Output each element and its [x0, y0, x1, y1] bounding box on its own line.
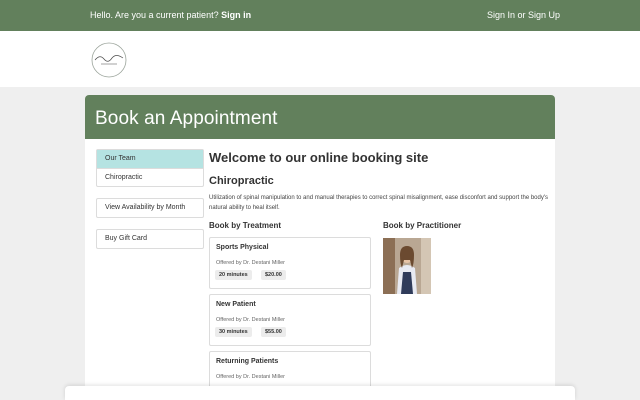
- treatment-name: New Patient: [216, 301, 256, 308]
- page-title: Book an Appointment: [95, 108, 278, 129]
- price-badge: $20.00: [261, 270, 286, 280]
- book-by-treatment-heading: Book by Treatment: [209, 221, 282, 230]
- practitioner-photo[interactable]: [383, 238, 431, 294]
- treatment-provider: Offered by Dr. Destani Miller: [216, 374, 285, 380]
- view-availability-button[interactable]: View Availability by Month: [97, 199, 203, 217]
- booking-panel: Book an Appointment Our Team Chiropracti…: [85, 95, 555, 400]
- category-title: Chiropractic: [209, 175, 274, 187]
- treatment-card[interactable]: Sports Physical Offered by Dr. Destani M…: [209, 237, 371, 289]
- bottom-sheet: [65, 386, 575, 400]
- treatment-name: Sports Physical: [216, 244, 269, 251]
- category-description: Utilization of spinal manipulation to an…: [209, 195, 549, 211]
- panel-header: Book an Appointment: [85, 95, 555, 139]
- patient-greeting: Hello. Are you a current patient? Sign i…: [90, 10, 251, 20]
- treatment-card[interactable]: New Patient Offered by Dr. Destani Mille…: [209, 294, 371, 346]
- treatment-provider: Offered by Dr. Destani Miller: [216, 260, 285, 266]
- price-badge: $55.00: [261, 327, 286, 337]
- duration-badge: 20 minutes: [215, 270, 252, 280]
- top-bar: Hello. Are you a current patient? Sign i…: [0, 0, 640, 31]
- category-list: Our Team Chiropractic: [96, 149, 204, 187]
- gift-card-box: Buy Gift Card: [96, 229, 204, 249]
- sign-in-or-sign-up-link[interactable]: Sign In or Sign Up: [487, 10, 560, 20]
- treatment-name: Returning Patients: [216, 358, 279, 365]
- sidebar-item-our-team[interactable]: Our Team: [97, 150, 203, 168]
- view-availability-box: View Availability by Month: [96, 198, 204, 218]
- duration-badge: 30 minutes: [215, 327, 252, 337]
- treatment-provider: Offered by Dr. Destani Miller: [216, 317, 285, 323]
- book-by-practitioner-heading: Book by Practitioner: [383, 221, 462, 230]
- sign-in-link[interactable]: Sign in: [221, 10, 251, 20]
- business-logo[interactable]: [87, 40, 131, 80]
- greeting-text: Hello. Are you a current patient?: [90, 10, 219, 20]
- buy-gift-card-button[interactable]: Buy Gift Card: [97, 230, 203, 248]
- sidebar-item-chiropractic[interactable]: Chiropractic: [97, 168, 203, 186]
- welcome-heading: Welcome to our online booking site: [209, 150, 429, 165]
